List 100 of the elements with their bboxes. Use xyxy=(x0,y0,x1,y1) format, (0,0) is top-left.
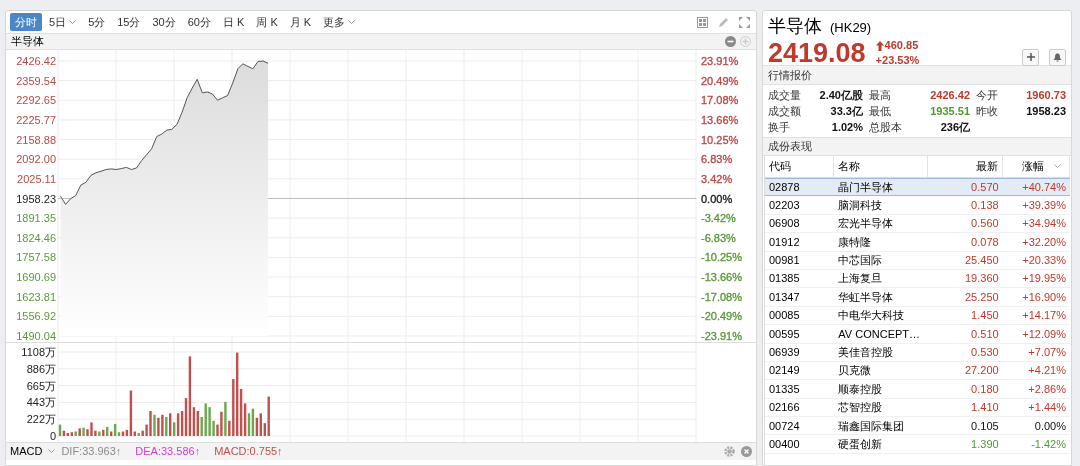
stock-code: 00085 xyxy=(768,308,801,324)
axis-label: 1757.58 xyxy=(16,251,56,264)
axis-label: 1690.69 xyxy=(16,271,56,284)
table-row[interactable]: 06939 美佳音控股 0.530 +7.07% xyxy=(765,343,1070,362)
stat-label: 总股本 xyxy=(868,120,903,135)
section-title: 行情报价 xyxy=(768,67,812,83)
axis-label: 2025.11 xyxy=(17,172,56,185)
column-header[interactable]: 名称 xyxy=(834,156,929,177)
axis-label: -17.08% xyxy=(701,290,742,303)
close-icon[interactable] xyxy=(741,446,752,457)
stock-price: 25.250 xyxy=(964,289,1000,305)
period-tab[interactable]: 更多 xyxy=(318,13,361,31)
period-tab[interactable]: 15分 xyxy=(112,13,146,31)
axis-label: 222万 xyxy=(26,413,56,426)
stock-change: +12.09% xyxy=(1021,326,1067,342)
stock-code: 06908 xyxy=(768,216,801,232)
axis-label: 2225.77 xyxy=(16,113,56,126)
table-row[interactable]: 01335 顺泰控股 0.180 +2.86% xyxy=(765,380,1070,399)
stock-change: +4.21% xyxy=(1027,363,1067,379)
table-row[interactable]: 00595 AV CONCEPT… 0.510 +12.09% xyxy=(765,325,1070,344)
stock-code: 02149 xyxy=(768,363,801,379)
table-row[interactable]: 02203 脑洞科技 0.138 +39.39% xyxy=(765,196,1070,215)
add-button[interactable] xyxy=(1022,48,1039,66)
grid-icon[interactable] xyxy=(697,16,708,28)
table-row[interactable]: 06908 宏光半导体 0.560 +34.94% xyxy=(765,214,1070,234)
arrow-up-icon xyxy=(875,40,884,51)
stock-change: +14.17% xyxy=(1021,308,1067,324)
table-row[interactable]: 01912 康特隆 0.078 +32.20% xyxy=(765,233,1070,252)
price-change: 460.85 xyxy=(884,38,919,53)
axis-label: 1490.04 xyxy=(16,330,56,342)
stock-price: 0.530 xyxy=(970,344,1000,360)
stat-label: 最低 xyxy=(868,104,892,119)
indicator-reading: DIF:33.963↑ xyxy=(61,444,122,460)
indicator-reading: MACD:0.755↑ xyxy=(214,444,283,460)
gear-icon[interactable] xyxy=(724,446,735,457)
pencil-icon[interactable] xyxy=(718,16,729,28)
stock-price: 1.450 xyxy=(970,308,1000,324)
stock-change: +2.86% xyxy=(1027,381,1067,397)
period-tab[interactable]: 日 K xyxy=(218,13,250,31)
table-row[interactable]: 02149 贝克微 27.200 +4.21% xyxy=(765,361,1070,381)
axis-label: -13.66% xyxy=(701,271,742,284)
stock-price: 27.200 xyxy=(964,363,1000,379)
table-row[interactable]: 02166 芯智控股 1.410 +1.44% xyxy=(765,398,1070,418)
stock-name: AV CONCEPT… xyxy=(837,326,922,342)
axis-label: 0.00% xyxy=(701,192,733,205)
stock-name: 华虹半导体 xyxy=(837,289,895,305)
percent-change: +23.53% xyxy=(875,53,920,68)
period-tab[interactable]: 分时 xyxy=(10,13,42,31)
table-row[interactable]: 00981 中芯国际 25.450 +20.33% xyxy=(765,251,1070,270)
stock-change: 0.00% xyxy=(1033,418,1067,434)
period-tab[interactable]: 30分 xyxy=(147,13,181,31)
axis-label: 2426.42 xyxy=(16,55,56,67)
stock-code: 00981 xyxy=(768,253,801,268)
table-row[interactable]: 01347 华虹半导体 25.250 +16.90% xyxy=(765,288,1070,307)
stock-price: 1.390 xyxy=(970,436,1000,452)
axis-label: 10.25% xyxy=(701,133,739,146)
stat-label: 成交额 xyxy=(768,104,802,119)
stock-change: +39.39% xyxy=(1021,197,1067,213)
alert-button[interactable] xyxy=(1049,48,1066,66)
stat-label: 换手 xyxy=(768,120,791,135)
index-price: 2419.08 xyxy=(768,39,866,67)
stock-code: 00400 xyxy=(768,436,801,452)
period-tab[interactable]: 5日 xyxy=(44,13,82,31)
column-header[interactable]: 最新 xyxy=(928,156,1003,177)
stat-label: 最高 xyxy=(868,88,892,103)
period-tab[interactable]: 5分 xyxy=(83,13,111,31)
period-tab[interactable]: 60分 xyxy=(182,13,216,31)
table-row[interactable]: 00400 硬蛋创新 1.390 -1.42% xyxy=(765,435,1070,454)
stock-change: +34.94% xyxy=(1021,216,1067,232)
stock-price: 0.078 xyxy=(970,234,1000,250)
period-tab[interactable]: 月 K xyxy=(284,13,317,31)
table-row[interactable]: 01385 上海复旦 19.360 +19.95% xyxy=(765,269,1070,289)
column-header[interactable]: 涨幅 xyxy=(1002,156,1070,177)
stock-change: +7.07% xyxy=(1027,344,1067,360)
axis-label: 886万 xyxy=(26,362,56,375)
stat-label: 成交量 xyxy=(768,88,802,103)
stock-code: 01335 xyxy=(768,381,801,397)
stock-change: +20.33% xyxy=(1021,253,1067,268)
stock-change: +32.20% xyxy=(1021,234,1067,250)
axis-label: 1556.92 xyxy=(16,310,56,323)
stock-code: 01347 xyxy=(768,289,801,305)
stock-change: -1.42% xyxy=(1030,436,1067,452)
axis-label: 17.08% xyxy=(701,94,739,107)
indicator-dropdown[interactable]: MACD xyxy=(10,443,43,460)
stat-value: 236亿 xyxy=(939,120,970,135)
table-row[interactable]: 02878 晶门半导体 0.570 +40.74% xyxy=(765,178,1070,197)
column-header[interactable]: 代码 xyxy=(765,156,835,177)
period-tab[interactable]: 周 K xyxy=(251,13,283,31)
expand-icon[interactable] xyxy=(739,16,750,28)
stat-value: 2.40亿股 xyxy=(818,88,863,103)
stat-value: 1.02% xyxy=(830,120,863,135)
minus-circle-icon[interactable] xyxy=(725,36,736,47)
stock-code: 00595 xyxy=(768,326,801,342)
table-row[interactable]: 00724 瑞鑫国际集团 0.105 0.00% xyxy=(765,417,1070,436)
table-row[interactable]: 00085 中电华大科技 1.450 +14.17% xyxy=(765,306,1070,326)
axis-label: -20.49% xyxy=(701,310,742,323)
section-title: 成份表现 xyxy=(768,139,812,155)
stock-name: 芯智控股 xyxy=(837,400,884,416)
plus-circle-icon[interactable] xyxy=(740,36,751,47)
stock-change: +16.90% xyxy=(1021,289,1067,305)
